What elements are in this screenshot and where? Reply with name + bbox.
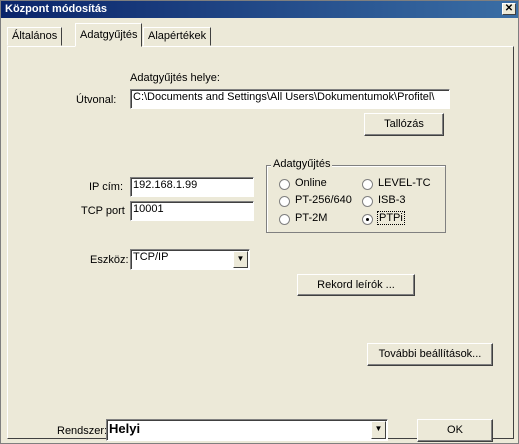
device-value: TCP/IP bbox=[133, 251, 169, 263]
radio-button-selected[interactable] bbox=[362, 214, 373, 225]
tab-adatgyujtes[interactable]: Adatgyűjtés bbox=[75, 23, 143, 47]
dialog-window: Központ módosítás ✕ Általános Adatgyűjté… bbox=[0, 0, 519, 444]
tab-altalanos[interactable]: Általános bbox=[7, 27, 63, 46]
system-label: Rendszer: bbox=[57, 425, 108, 437]
radio-button[interactable] bbox=[279, 179, 290, 190]
ip-input[interactable]: 192.168.1.99 bbox=[130, 177, 254, 197]
title-bar[interactable]: Központ módosítás ✕ bbox=[1, 1, 518, 18]
radio-label: PT-256/640 bbox=[295, 194, 352, 206]
record-descriptors-button[interactable]: Rekord leírók ... bbox=[297, 274, 415, 296]
device-select[interactable]: TCP/IP ▼ bbox=[130, 249, 250, 270]
device-label: Eszköz: bbox=[90, 254, 129, 266]
chevron-down-icon[interactable]: ▼ bbox=[371, 421, 386, 439]
window-title: Központ módosítás bbox=[5, 3, 108, 15]
path-input[interactable]: C:\Documents and Settings\All Users\Doku… bbox=[130, 89, 450, 109]
close-button[interactable]: ✕ bbox=[502, 3, 516, 15]
radio-button[interactable] bbox=[279, 214, 290, 225]
tab-alapertekek[interactable]: Alapértékek bbox=[143, 27, 212, 46]
radio-label: Online bbox=[295, 177, 327, 189]
tab-label: Általános bbox=[12, 30, 58, 42]
radio-label: PT-2M bbox=[295, 212, 328, 224]
tab-label: Adatgyűjtés bbox=[80, 29, 138, 41]
close-icon: ✕ bbox=[504, 3, 514, 14]
browse-button[interactable]: Tallózás bbox=[364, 113, 444, 136]
chevron-down-icon[interactable]: ▼ bbox=[233, 251, 248, 268]
system-select[interactable]: Helyi ▼ bbox=[106, 419, 388, 441]
path-heading: Adatgyűjtés helye: bbox=[130, 72, 220, 84]
path-label: Útvonal: bbox=[76, 94, 117, 106]
radio-label: LEVEL-TC bbox=[378, 177, 431, 189]
more-settings-button[interactable]: További beállítások... bbox=[367, 343, 493, 366]
collection-group bbox=[266, 165, 446, 233]
radio-label: ISB-3 bbox=[378, 194, 406, 206]
radio-button[interactable] bbox=[362, 196, 373, 207]
radio-button[interactable] bbox=[279, 196, 290, 207]
ip-label: IP cím: bbox=[89, 181, 124, 193]
tcp-port-label: TCP port bbox=[81, 205, 125, 217]
tab-label: Alapértékek bbox=[148, 30, 207, 42]
ok-button[interactable]: OK bbox=[417, 419, 493, 442]
collection-group-title: Adatgyűjtés bbox=[271, 158, 333, 170]
system-value: Helyi bbox=[109, 421, 141, 436]
radio-label: PTPi bbox=[377, 211, 405, 225]
tcp-port-input[interactable]: 10001 bbox=[130, 201, 254, 221]
radio-button[interactable] bbox=[362, 179, 373, 190]
